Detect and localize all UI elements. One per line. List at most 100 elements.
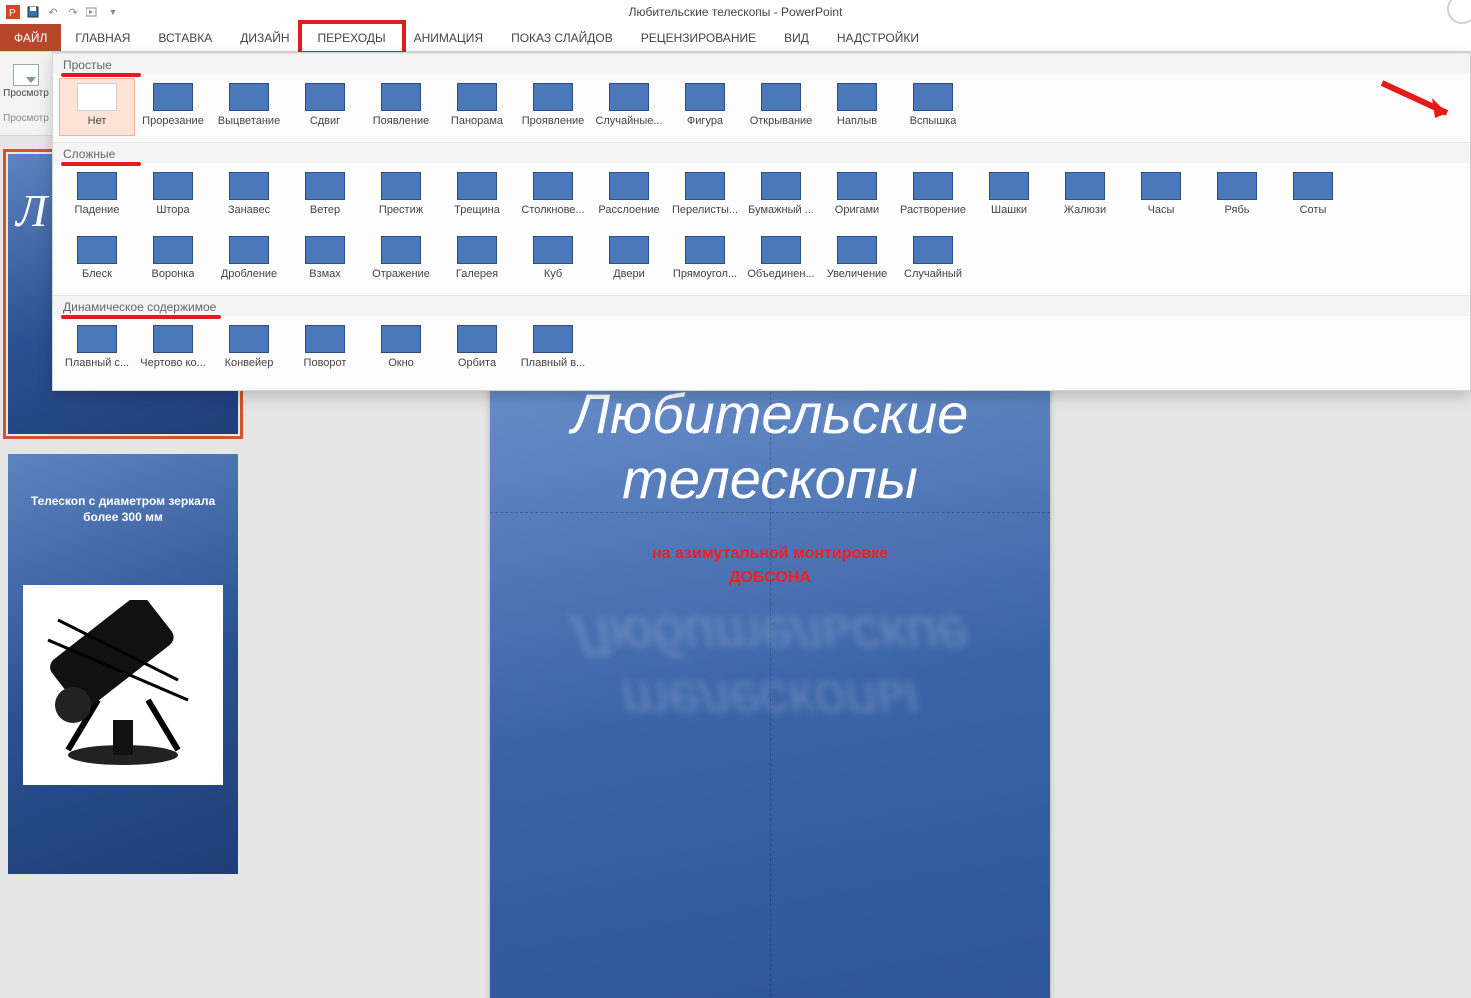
transition-label: Соты [1300, 204, 1327, 216]
transition--[interactable]: Растворение [895, 167, 971, 225]
qat-dropdown-icon[interactable]: ▼ [106, 5, 120, 19]
transition-icon [761, 172, 801, 200]
transition--[interactable]: Двери [591, 231, 667, 289]
transition--[interactable]: Окно [363, 320, 439, 378]
transition--[interactable]: Галерея [439, 231, 515, 289]
transition-label: Трещина [454, 204, 500, 216]
workspace: Просмотр Просмотр Л Телескоп с диаметром… [0, 52, 1471, 998]
transition-icon [153, 172, 193, 200]
transition--[interactable]: Падение [59, 167, 135, 225]
slide-thumbnail-2[interactable]: Телескоп с диаметром зеркала более 300 м… [8, 454, 238, 874]
transition--[interactable]: Взмах [287, 231, 363, 289]
transition--a[interactable]: Шторa [135, 167, 211, 225]
transition-icon [1293, 172, 1333, 200]
transition-icon [381, 236, 421, 264]
slide-subtitle: на азимутальной монтировкеДОБСОНА [490, 542, 1050, 590]
transition--[interactable]: Чертово ко... [135, 320, 211, 378]
transition-label: Шторa [156, 204, 189, 216]
transition-icon [305, 172, 345, 200]
transition--[interactable]: Конвейер [211, 320, 287, 378]
transition-icon [837, 236, 877, 264]
save-icon[interactable] [26, 5, 40, 19]
tab-review[interactable]: РЕЦЕНЗИРОВАНИЕ [627, 24, 770, 51]
transition-label: Прямоугол... [673, 268, 737, 280]
transition--[interactable]: Прорезание [135, 78, 211, 136]
transition-icon [457, 83, 497, 111]
tab-design[interactable]: ДИЗАЙН [226, 24, 303, 51]
transition--[interactable]: Плавный в... [515, 320, 591, 378]
tab-view[interactable]: ВИД [770, 24, 823, 51]
preview-group-label: Просмотр [3, 113, 49, 124]
transition--[interactable]: Выцветание [211, 78, 287, 136]
transition-label: Оригами [835, 204, 879, 216]
transition--[interactable]: Сдвиг [287, 78, 363, 136]
transition--[interactable]: Шашки [971, 167, 1047, 225]
transition--[interactable]: Появление [363, 78, 439, 136]
transition--[interactable]: Наплыв [819, 78, 895, 136]
transition--[interactable]: Рябь [1199, 167, 1275, 225]
transition-label: Окно [388, 357, 414, 369]
transition-label: Сдвиг [310, 115, 340, 127]
transition-icon [533, 325, 573, 353]
transition-icon [305, 83, 345, 111]
transition-label: Выцветание [218, 115, 280, 127]
transition-label: Часы [1148, 204, 1175, 216]
tab-animation[interactable]: АНИМАЦИЯ [400, 24, 497, 51]
transition-icon [1141, 172, 1181, 200]
transition--[interactable]: Трещина [439, 167, 515, 225]
telescope-icon [38, 600, 208, 770]
transition--[interactable]: Ветер [287, 167, 363, 225]
transition--[interactable]: Плавный с... [59, 320, 135, 378]
quick-access-toolbar: P ↶ ↷ ▼ [6, 5, 120, 19]
transition--[interactable]: Столкнове... [515, 167, 591, 225]
start-from-beginning-icon[interactable] [86, 5, 100, 19]
transition-label: Панорама [451, 115, 503, 127]
transition--[interactable]: Вспышка [895, 78, 971, 136]
tab-transitions[interactable]: ПЕРЕХОДЫ [304, 24, 400, 51]
transition--[interactable]: Отражение [363, 231, 439, 289]
transition--[interactable]: Оригами [819, 167, 895, 225]
transition--[interactable]: Дробление [211, 231, 287, 289]
transition--[interactable]: Случайный [895, 231, 971, 289]
transition--[interactable]: Перелисты... [667, 167, 743, 225]
transition--[interactable]: Проявление [515, 78, 591, 136]
transition--[interactable]: Часы [1123, 167, 1199, 225]
transition-label: Расслоение [598, 204, 659, 216]
preview-label: Просмотр [3, 88, 49, 99]
transition--[interactable]: Нет [59, 78, 135, 136]
transition--[interactable]: Расслоение [591, 167, 667, 225]
transition--[interactable]: Случайные... [591, 78, 667, 136]
tab-slideshow[interactable]: ПОКАЗ СЛАЙДОВ [497, 24, 627, 51]
tab-addins[interactable]: НАДСТРОЙКИ [823, 24, 933, 51]
tab-home[interactable]: ГЛАВНАЯ [61, 24, 144, 51]
transition--[interactable]: Блеск [59, 231, 135, 289]
transition--[interactable]: Открывание [743, 78, 819, 136]
transition--[interactable]: Соты [1275, 167, 1351, 225]
transition--[interactable]: Воронка [135, 231, 211, 289]
transition--[interactable]: Панорама [439, 78, 515, 136]
transition-label: Плавный в... [521, 357, 585, 369]
transitions-gallery: Простые НетПрорезание Выцветание Сдвиг Появ… [52, 52, 1471, 391]
transition--[interactable]: Престиж [363, 167, 439, 225]
tab-insert[interactable]: ВСТАВКА [144, 24, 226, 51]
transition--[interactable]: Поворот [287, 320, 363, 378]
transition--[interactable]: Увеличение [819, 231, 895, 289]
slide-title: Любительскиетелескопы [490, 382, 1050, 513]
thumbnail-2-image [23, 585, 223, 785]
transition--[interactable]: Объединен... [743, 231, 819, 289]
transition--[interactable]: Орбита [439, 320, 515, 378]
transition--[interactable]: Бумажный ... [743, 167, 819, 225]
transition--[interactable]: Прямоугол... [667, 231, 743, 289]
transition--[interactable]: Занавес [211, 167, 287, 225]
gallery-group-simple: Простые [53, 53, 1470, 74]
ribbon-tabs: ФАЙЛ ГЛАВНАЯ ВСТАВКА ДИЗАЙН ПЕРЕХОДЫ АНИ… [0, 24, 1471, 52]
redo-icon[interactable]: ↷ [66, 5, 80, 19]
current-slide[interactable]: Любительскиетелескопы на азимутальной мо… [490, 342, 1050, 998]
transition--[interactable]: Куб [515, 231, 591, 289]
transition-label: Престиж [379, 204, 423, 216]
preview-icon[interactable] [13, 64, 39, 86]
transition--[interactable]: Фигура [667, 78, 743, 136]
transition--[interactable]: Жалюзи [1047, 167, 1123, 225]
tab-file[interactable]: ФАЙЛ [0, 24, 61, 51]
undo-icon[interactable]: ↶ [46, 5, 60, 19]
